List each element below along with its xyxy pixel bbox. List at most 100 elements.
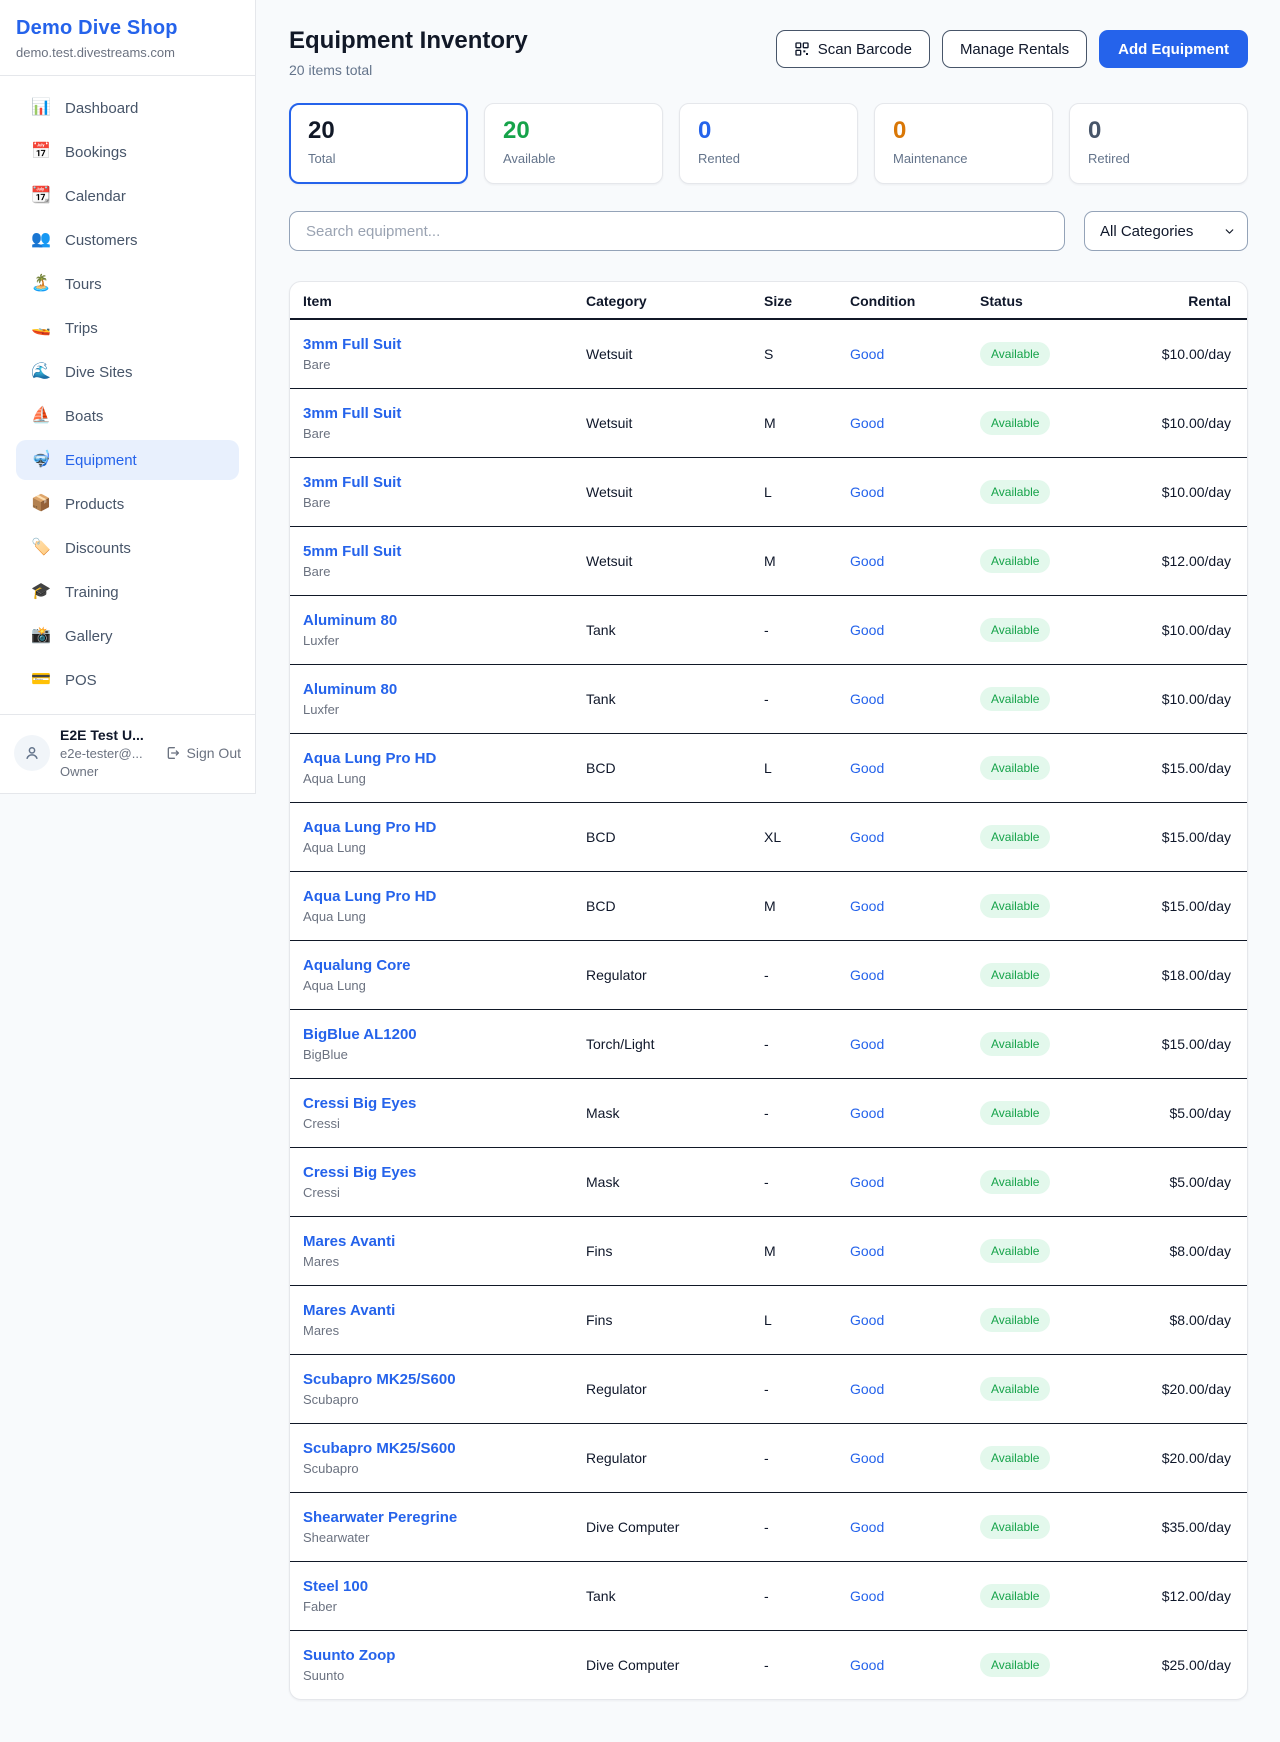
condition-link[interactable]: Good — [850, 415, 884, 431]
item-name-link[interactable]: Mares Avanti — [303, 1233, 586, 1250]
rental-cell: $8.00/day — [1156, 1285, 1247, 1354]
stat-card[interactable]: 0 Rented — [679, 103, 858, 184]
status-badge: Available — [980, 1101, 1050, 1125]
sign-out-button[interactable]: Sign Out — [165, 745, 241, 761]
stat-card[interactable]: 20 Total — [289, 103, 468, 184]
condition-cell: Good — [850, 526, 980, 595]
brand-domain: demo.test.divestreams.com — [16, 45, 231, 60]
condition-link[interactable]: Good — [850, 1450, 884, 1466]
item-cell: 3mm Full Suit Bare — [290, 388, 586, 457]
item-cell: Suunto Zoop Suunto — [290, 1630, 586, 1699]
condition-link[interactable]: Good — [850, 898, 884, 914]
condition-link[interactable]: Good — [850, 1588, 884, 1604]
condition-link[interactable]: Good — [850, 1243, 884, 1259]
island-icon: 🏝️ — [30, 276, 52, 292]
item-name-link[interactable]: Suunto Zoop — [303, 1647, 586, 1664]
header-actions: Scan Barcode Manage Rentals Add Equipmen… — [776, 30, 1248, 68]
stat-card[interactable]: 20 Available — [484, 103, 663, 184]
sidebar-item[interactable]: 📅 Bookings — [16, 132, 239, 172]
item-name-link[interactable]: 3mm Full Suit — [303, 336, 586, 353]
rental-cell: $10.00/day — [1156, 388, 1247, 457]
item-name-link[interactable]: Mares Avanti — [303, 1302, 586, 1319]
sidebar-item[interactable]: 📆 Calendar — [16, 176, 239, 216]
sidebar-item[interactable]: 🌊 Dive Sites — [16, 352, 239, 392]
item-brand: Bare — [303, 564, 586, 579]
item-brand: Luxfer — [303, 633, 586, 648]
sidebar-item[interactable]: 📦 Products — [16, 484, 239, 524]
category-select[interactable]: All Categories — [1084, 211, 1248, 251]
stat-card[interactable]: 0 Maintenance — [874, 103, 1053, 184]
item-name-link[interactable]: Cressi Big Eyes — [303, 1164, 586, 1181]
category-cell: Tank — [586, 1561, 764, 1630]
item-name-link[interactable]: Aqualung Core — [303, 957, 586, 974]
sidebar-item[interactable]: 👥 Customers — [16, 220, 239, 260]
item-name-link[interactable]: Aqua Lung Pro HD — [303, 750, 586, 767]
item-name-link[interactable]: 3mm Full Suit — [303, 405, 586, 422]
sidebar-item[interactable]: 🎓 Training — [16, 572, 239, 612]
condition-link[interactable]: Good — [850, 1036, 884, 1052]
item-name-link[interactable]: 5mm Full Suit — [303, 543, 586, 560]
item-name-link[interactable]: BigBlue AL1200 — [303, 1026, 586, 1043]
size-cell: - — [764, 595, 850, 664]
add-equipment-button[interactable]: Add Equipment — [1099, 30, 1248, 68]
status-badge: Available — [980, 894, 1050, 918]
item-cell: Scubapro MK25/S600 Scubapro — [290, 1423, 586, 1492]
sidebar-item[interactable]: 🚤 Trips — [16, 308, 239, 348]
table-row: Mares Avanti Mares Fins L Good Available… — [290, 1285, 1247, 1354]
sidebar-item-label: Dashboard — [65, 100, 138, 117]
wave-icon: 🌊 — [30, 364, 52, 380]
size-cell: L — [764, 457, 850, 526]
condition-link[interactable]: Good — [850, 553, 884, 569]
scan-barcode-button[interactable]: Scan Barcode — [776, 30, 930, 68]
condition-cell: Good — [850, 802, 980, 871]
item-name-link[interactable]: Aqua Lung Pro HD — [303, 819, 586, 836]
item-name-link[interactable]: Aqua Lung Pro HD — [303, 888, 586, 905]
condition-link[interactable]: Good — [850, 1657, 884, 1673]
condition-link[interactable]: Good — [850, 760, 884, 776]
condition-link[interactable]: Good — [850, 622, 884, 638]
item-name-link[interactable]: 3mm Full Suit — [303, 474, 586, 491]
item-name-link[interactable]: Cressi Big Eyes — [303, 1095, 586, 1112]
condition-cell: Good — [850, 1147, 980, 1216]
condition-cell: Good — [850, 1009, 980, 1078]
item-name-link[interactable]: Steel 100 — [303, 1578, 586, 1595]
condition-link[interactable]: Good — [850, 1519, 884, 1535]
items-total-subtitle: 20 items total — [289, 62, 528, 78]
condition-link[interactable]: Good — [850, 967, 884, 983]
condition-link[interactable]: Good — [850, 1105, 884, 1121]
search-input[interactable] — [289, 211, 1065, 251]
condition-cell: Good — [850, 1423, 980, 1492]
condition-link[interactable]: Good — [850, 1381, 884, 1397]
condition-link[interactable]: Good — [850, 829, 884, 845]
sidebar-item[interactable]: ⛵ Boats — [16, 396, 239, 436]
category-cell: Regulator — [586, 1354, 764, 1423]
sidebar-item[interactable]: 📸 Gallery — [16, 616, 239, 656]
sidebar-item[interactable]: 🏝️ Tours — [16, 264, 239, 304]
item-name-link[interactable]: Scubapro MK25/S600 — [303, 1440, 586, 1457]
item-name-link[interactable]: Shearwater Peregrine — [303, 1509, 586, 1526]
manage-rentals-button[interactable]: Manage Rentals — [942, 30, 1087, 68]
condition-link[interactable]: Good — [850, 1174, 884, 1190]
status-cell: Available — [980, 1078, 1156, 1147]
item-name-link[interactable]: Aluminum 80 — [303, 612, 586, 629]
item-name-link[interactable]: Aluminum 80 — [303, 681, 586, 698]
table-row: Cressi Big Eyes Cressi Mask - Good Avail… — [290, 1078, 1247, 1147]
sidebar-item[interactable]: 💳 POS — [16, 660, 239, 700]
table-row: Cressi Big Eyes Cressi Mask - Good Avail… — [290, 1147, 1247, 1216]
condition-link[interactable]: Good — [850, 691, 884, 707]
sidebar-item[interactable]: 📊 Dashboard — [16, 88, 239, 128]
item-name-link[interactable]: Scubapro MK25/S600 — [303, 1371, 586, 1388]
equipment-table: Item Category Size Condition Status Rent… — [290, 282, 1247, 1699]
stat-card[interactable]: 0 Retired — [1069, 103, 1248, 184]
size-cell: - — [764, 940, 850, 1009]
status-cell: Available — [980, 1147, 1156, 1216]
sidebar-item[interactable]: 🏷️ Discounts — [16, 528, 239, 568]
condition-link[interactable]: Good — [850, 1312, 884, 1328]
status-cell: Available — [980, 1492, 1156, 1561]
condition-link[interactable]: Good — [850, 346, 884, 362]
condition-link[interactable]: Good — [850, 484, 884, 500]
item-brand: Scubapro — [303, 1461, 586, 1476]
sidebar-nav: 📊 Dashboard 📅 Bookings 📆 Calendar 👥 Cust… — [0, 76, 255, 714]
status-badge: Available — [980, 549, 1050, 573]
sidebar-item[interactable]: 🤿 Equipment — [16, 440, 239, 480]
